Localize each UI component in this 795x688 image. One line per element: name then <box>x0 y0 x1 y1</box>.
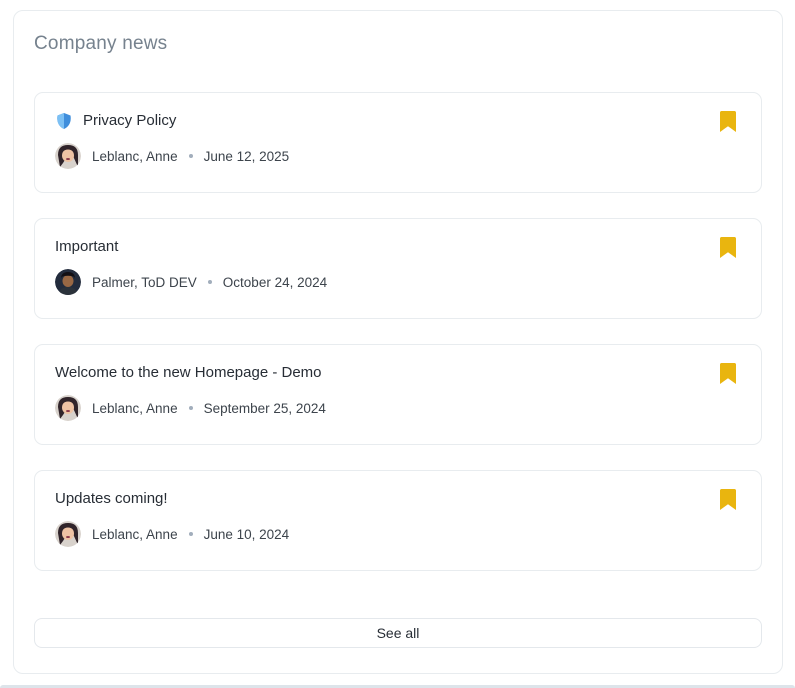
news-item[interactable]: Privacy Policy Leblanc, Anne June 12, 20… <box>34 92 762 193</box>
shield-emoji-icon <box>55 112 73 130</box>
author-avatar <box>55 395 81 421</box>
news-title-row: Welcome to the new Homepage - Demo <box>55 363 741 382</box>
news-item-title: Welcome to the new Homepage - Demo <box>55 363 322 382</box>
author-avatar <box>55 143 81 169</box>
bookmark-icon <box>720 363 736 384</box>
dot-separator-icon <box>189 154 193 158</box>
news-item[interactable]: Welcome to the new Homepage - Demo Lebla… <box>34 344 762 445</box>
author-name: Leblanc, Anne <box>92 149 178 164</box>
news-item-title: Important <box>55 237 118 256</box>
author-name: Leblanc, Anne <box>92 527 178 542</box>
news-meta-row: Leblanc, Anne September 25, 2024 <box>55 395 741 421</box>
dot-separator-icon <box>189 406 193 410</box>
news-item[interactable]: Updates coming! Leblanc, Anne June 10, 2… <box>34 470 762 571</box>
author-name: Leblanc, Anne <box>92 401 178 416</box>
news-title-row: Privacy Policy <box>55 111 741 130</box>
news-meta-row: Leblanc, Anne June 12, 2025 <box>55 143 741 169</box>
dot-separator-icon <box>208 280 212 284</box>
bookmark-button[interactable] <box>717 486 739 512</box>
bookmark-icon <box>720 111 736 132</box>
news-meta-row: Palmer, ToD DEV October 24, 2024 <box>55 269 741 295</box>
author-name: Palmer, ToD DEV <box>92 275 197 290</box>
bookmark-icon <box>720 489 736 510</box>
bookmark-button[interactable] <box>717 234 739 260</box>
widget-title: Company news <box>34 33 762 55</box>
publish-date: October 24, 2024 <box>223 275 327 290</box>
dot-separator-icon <box>189 532 193 536</box>
bookmark-icon <box>720 237 736 258</box>
publish-date: June 10, 2024 <box>204 527 290 542</box>
news-item-title: Privacy Policy <box>83 111 176 130</box>
news-item-title: Updates coming! <box>55 489 168 508</box>
bookmark-button[interactable] <box>717 108 739 134</box>
news-title-row: Updates coming! <box>55 489 741 508</box>
bookmark-button[interactable] <box>717 360 739 386</box>
publish-date: June 12, 2025 <box>204 149 290 164</box>
see-all-button[interactable]: See all <box>34 618 762 648</box>
news-list: Privacy Policy Leblanc, Anne June 12, 20… <box>34 92 762 571</box>
author-avatar <box>55 269 81 295</box>
news-title-row: Important <box>55 237 741 256</box>
author-avatar <box>55 521 81 547</box>
news-meta-row: Leblanc, Anne June 10, 2024 <box>55 521 741 547</box>
publish-date: September 25, 2024 <box>204 401 326 416</box>
company-news-widget: Company news Privacy Policy <box>13 10 783 674</box>
news-item[interactable]: Important Palmer, ToD DEV October 24, 20… <box>34 218 762 319</box>
